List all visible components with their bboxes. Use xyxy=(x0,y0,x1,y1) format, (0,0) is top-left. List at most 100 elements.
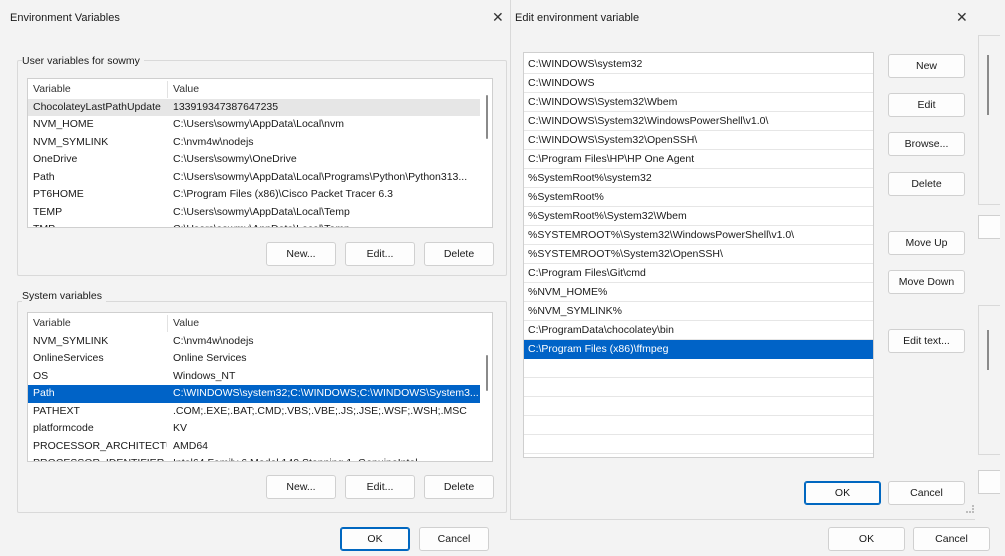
table-row[interactable]: Path C:\Users\sowmy\AppData\Local\Program… xyxy=(28,169,480,187)
bottom-cancel-button[interactable]: Cancel xyxy=(913,527,990,551)
env-cancel-button[interactable]: Cancel xyxy=(419,527,489,551)
variable-value: KV xyxy=(173,422,188,434)
variable-name: NVM_SYMLINK xyxy=(33,135,109,148)
env-ok-button[interactable]: OK xyxy=(340,527,410,551)
list-header: Variable Value xyxy=(28,81,480,99)
variable-name: Path xyxy=(33,170,55,183)
path-entry[interactable]: C:\Program Files\HP\HP One Agent xyxy=(524,150,873,169)
variable-name: TEMP xyxy=(33,205,63,218)
background-button xyxy=(978,215,1000,239)
scrollbar-thumb[interactable] xyxy=(486,95,488,139)
path-entry[interactable]: C:\Program Files (x86)\ffmpeg xyxy=(524,340,873,359)
path-entry[interactable]: %SystemRoot%\System32\Wbem xyxy=(524,207,873,226)
resize-grip-icon[interactable] xyxy=(966,505,974,513)
table-row[interactable]: NVM_SYMLINK C:\nvm4w\nodejs xyxy=(28,333,480,351)
move-up-button[interactable]: Move Up xyxy=(888,231,965,255)
variable-value: Online Services xyxy=(173,352,247,364)
path-entry[interactable]: %NVM_HOME% xyxy=(524,283,873,302)
variable-value: C:\Users\sowmy\AppData\Local\Temp xyxy=(173,221,478,227)
table-row[interactable]: OS Windows_NT xyxy=(28,368,480,386)
variable-value: C:\nvm4w\nodejs xyxy=(173,135,254,148)
table-row[interactable]: NVM_HOME C:\Users\sowmy\AppData\Local\nvm xyxy=(28,116,480,134)
empty-row[interactable] xyxy=(524,435,873,454)
table-row[interactable]: PT6HOME C:\Program Files (x86)\Cisco Pack… xyxy=(28,186,480,204)
path-entry[interactable]: C:\WINDOWS xyxy=(524,74,873,93)
table-row[interactable]: ChocolateyLastPathUpdate 1339193473876472… xyxy=(28,98,480,116)
variable-value: C:\WINDOWS\system32;C:\WINDOWS;C:\WINDOW… xyxy=(173,387,478,399)
path-browse-button[interactable]: Browse... xyxy=(888,132,965,156)
path-entry[interactable]: %SystemRoot% xyxy=(524,188,873,207)
empty-row[interactable] xyxy=(524,359,873,378)
table-row[interactable]: OnlineServices Online Services xyxy=(28,350,480,368)
variable-name: Path xyxy=(33,387,55,399)
table-row[interactable]: PROCESSOR_IDENTIFIER Intel64 Family 6 Mod… xyxy=(28,455,480,461)
edit-window-title: Edit environment variable xyxy=(515,12,640,24)
column-header-variable[interactable]: Variable xyxy=(33,81,71,99)
variable-name: TMP xyxy=(33,221,167,227)
system-variables-list[interactable]: Variable Value NVM_SYMLINK C:\nvm4w\nodej… xyxy=(27,312,493,462)
variable-name: PROCESSOR_IDENTIFIER xyxy=(33,455,167,461)
table-row[interactable]: NVM_SYMLINK C:\nvm4w\nodejs xyxy=(28,134,480,152)
path-edit-button[interactable]: Edit xyxy=(888,93,965,117)
path-delete-button[interactable]: Delete xyxy=(888,172,965,196)
path-entry[interactable]: C:\WINDOWS\System32\Wbem xyxy=(524,93,873,112)
path-entry[interactable]: C:\ProgramData\chocolatey\bin xyxy=(524,321,873,340)
variable-name: OneDrive xyxy=(33,153,78,165)
scrollbar-thumb[interactable] xyxy=(486,355,488,391)
variable-name: PROCESSOR_ARCHITECTU... xyxy=(33,439,167,452)
path-entry[interactable]: C:\WINDOWS\system32 xyxy=(524,55,873,74)
table-row[interactable]: TMP C:\Users\sowmy\AppData\Local\Temp xyxy=(28,221,480,227)
system-edit-button[interactable]: Edit... xyxy=(345,475,415,499)
background-window xyxy=(975,0,1005,556)
table-row[interactable]: Path C:\WINDOWS\system32;C:\WINDOWS;C:\WI… xyxy=(28,385,480,403)
edit-close-icon[interactable]: ✕ xyxy=(956,9,968,26)
variable-name: platformcode xyxy=(33,422,94,434)
background-button xyxy=(978,470,1000,494)
variable-name: NVM_HOME xyxy=(33,118,94,130)
edit-ok-button[interactable]: OK xyxy=(804,481,881,505)
edit-cancel-button[interactable]: Cancel xyxy=(888,481,965,505)
user-new-button[interactable]: New... xyxy=(266,242,336,266)
variable-name: ChocolateyLastPathUpdate xyxy=(33,100,161,113)
table-row[interactable]: PROCESSOR_ARCHITECTU... AMD64 xyxy=(28,438,480,456)
table-row[interactable]: platformcode KV xyxy=(28,420,480,438)
path-entry[interactable]: C:\Program Files\Git\cmd xyxy=(524,264,873,283)
system-delete-button[interactable]: Delete xyxy=(424,475,494,499)
env-window-title: Environment Variables xyxy=(10,12,120,24)
variable-value: AMD64 xyxy=(173,439,209,452)
table-row[interactable]: TEMP C:\Users\sowmy\AppData\Local\Temp xyxy=(28,204,480,222)
empty-row[interactable] xyxy=(524,416,873,435)
path-entry[interactable]: C:\WINDOWS\System32\OpenSSH\ xyxy=(524,131,873,150)
edit-text-button[interactable]: Edit text... xyxy=(888,329,965,353)
table-row[interactable]: OneDrive C:\Users\sowmy\OneDrive xyxy=(28,151,480,169)
empty-row[interactable] xyxy=(524,378,873,397)
user-delete-button[interactable]: Delete xyxy=(424,242,494,266)
user-variables-title: User variables for sowmy xyxy=(22,55,144,67)
column-header-variable[interactable]: Variable xyxy=(33,315,71,333)
variable-name: PT6HOME xyxy=(33,188,84,200)
background-scrollbar xyxy=(987,55,989,115)
variable-value: .COM;.EXE;.BAT;.CMD;.VBS;.VBE;.JS;.JSE;.… xyxy=(173,404,467,417)
user-variables-list[interactable]: Variable Value ChocolateyLastPathUpdate 1… xyxy=(27,78,493,228)
bottom-ok-button[interactable]: OK xyxy=(828,527,905,551)
path-entry[interactable]: %SystemRoot%\system32 xyxy=(524,169,873,188)
path-entry[interactable]: %SYSTEMROOT%\System32\OpenSSH\ xyxy=(524,245,873,264)
background-scrollbar xyxy=(987,330,989,370)
path-entry[interactable]: %SYSTEMROOT%\System32\WindowsPowerShell\… xyxy=(524,226,873,245)
column-header-value[interactable]: Value xyxy=(173,315,199,333)
variable-value: C:\nvm4w\nodejs xyxy=(173,334,254,347)
path-entries-list[interactable]: C:\WINDOWS\system32 C:\WINDOWS C:\WINDOWS\… xyxy=(523,52,874,458)
env-close-icon[interactable]: ✕ xyxy=(492,9,504,26)
system-new-button[interactable]: New... xyxy=(266,475,336,499)
move-down-button[interactable]: Move Down xyxy=(888,270,965,294)
column-header-value[interactable]: Value xyxy=(173,81,199,99)
empty-row[interactable] xyxy=(524,397,873,416)
variable-value: Windows_NT xyxy=(173,369,236,382)
edit-environment-variable-window: Edit environment variable ✕ C:\WINDOWS\s… xyxy=(510,0,980,520)
table-row[interactable]: PATHEXT .COM;.EXE;.BAT;.CMD;.VBS;.VBE;.JS… xyxy=(28,403,480,421)
path-entry[interactable]: C:\WINDOWS\System32\WindowsPowerShell\v1… xyxy=(524,112,873,131)
user-edit-button[interactable]: Edit... xyxy=(345,242,415,266)
path-new-button[interactable]: New xyxy=(888,54,965,78)
variable-value: C:\Program Files (x86)\Cisco Packet Trac… xyxy=(173,188,393,200)
path-entry[interactable]: %NVM_SYMLINK% xyxy=(524,302,873,321)
